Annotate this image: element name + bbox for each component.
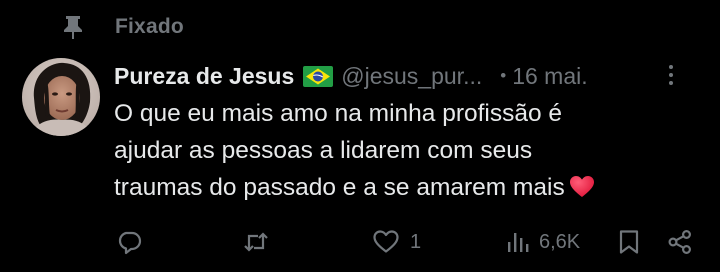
brazil-flag-icon <box>303 65 334 87</box>
more-options-icon[interactable] <box>656 60 686 90</box>
repost-button[interactable] <box>242 222 270 262</box>
post-timestamp[interactable]: 16 mai. <box>512 63 587 90</box>
repost-icon <box>242 229 270 255</box>
share-button[interactable] <box>667 222 693 262</box>
author-handle[interactable]: @jesus_pur... <box>341 63 482 90</box>
pinned-indicator: Fixado <box>58 12 184 42</box>
views-button[interactable]: 6,6K <box>505 222 580 262</box>
pin-icon <box>58 12 88 42</box>
post-text-line: traumas do passado e a se amarem mais <box>114 174 565 201</box>
post-text-line-last: traumas do passado e a se amarem mais <box>114 169 694 210</box>
reply-icon <box>116 229 142 255</box>
post-actions: 1 6,6K <box>0 222 720 262</box>
post-text: O que eu mais amo na minha profissão é a… <box>114 95 694 210</box>
post-header: Pureza de Jesus @jesus_pur... • 16 mai. <box>114 58 710 94</box>
bookmark-button[interactable] <box>618 222 640 262</box>
pinned-label: Fixado <box>115 15 184 38</box>
heart-icon <box>372 229 400 255</box>
separator-dot: • <box>500 66 507 85</box>
post-text-line: ajudar as pessoas a lidarem com seus <box>114 137 533 164</box>
bookmark-icon <box>618 229 640 255</box>
views-icon <box>505 230 529 254</box>
like-count: 1 <box>410 230 422 253</box>
post-text-line: O que eu mais amo na minha profissão é <box>114 100 563 127</box>
like-button[interactable]: 1 <box>372 222 421 262</box>
author-display-name[interactable]: Pureza de Jesus <box>114 63 294 90</box>
reply-button[interactable] <box>116 222 142 262</box>
avatar[interactable] <box>22 58 100 136</box>
pinned-post[interactable]: Fixado Pureza de Jesus @jesus_pur... • 1… <box>0 0 720 272</box>
views-count: 6,6K <box>539 230 581 253</box>
share-icon <box>667 229 693 255</box>
red-heart-icon <box>569 173 595 210</box>
